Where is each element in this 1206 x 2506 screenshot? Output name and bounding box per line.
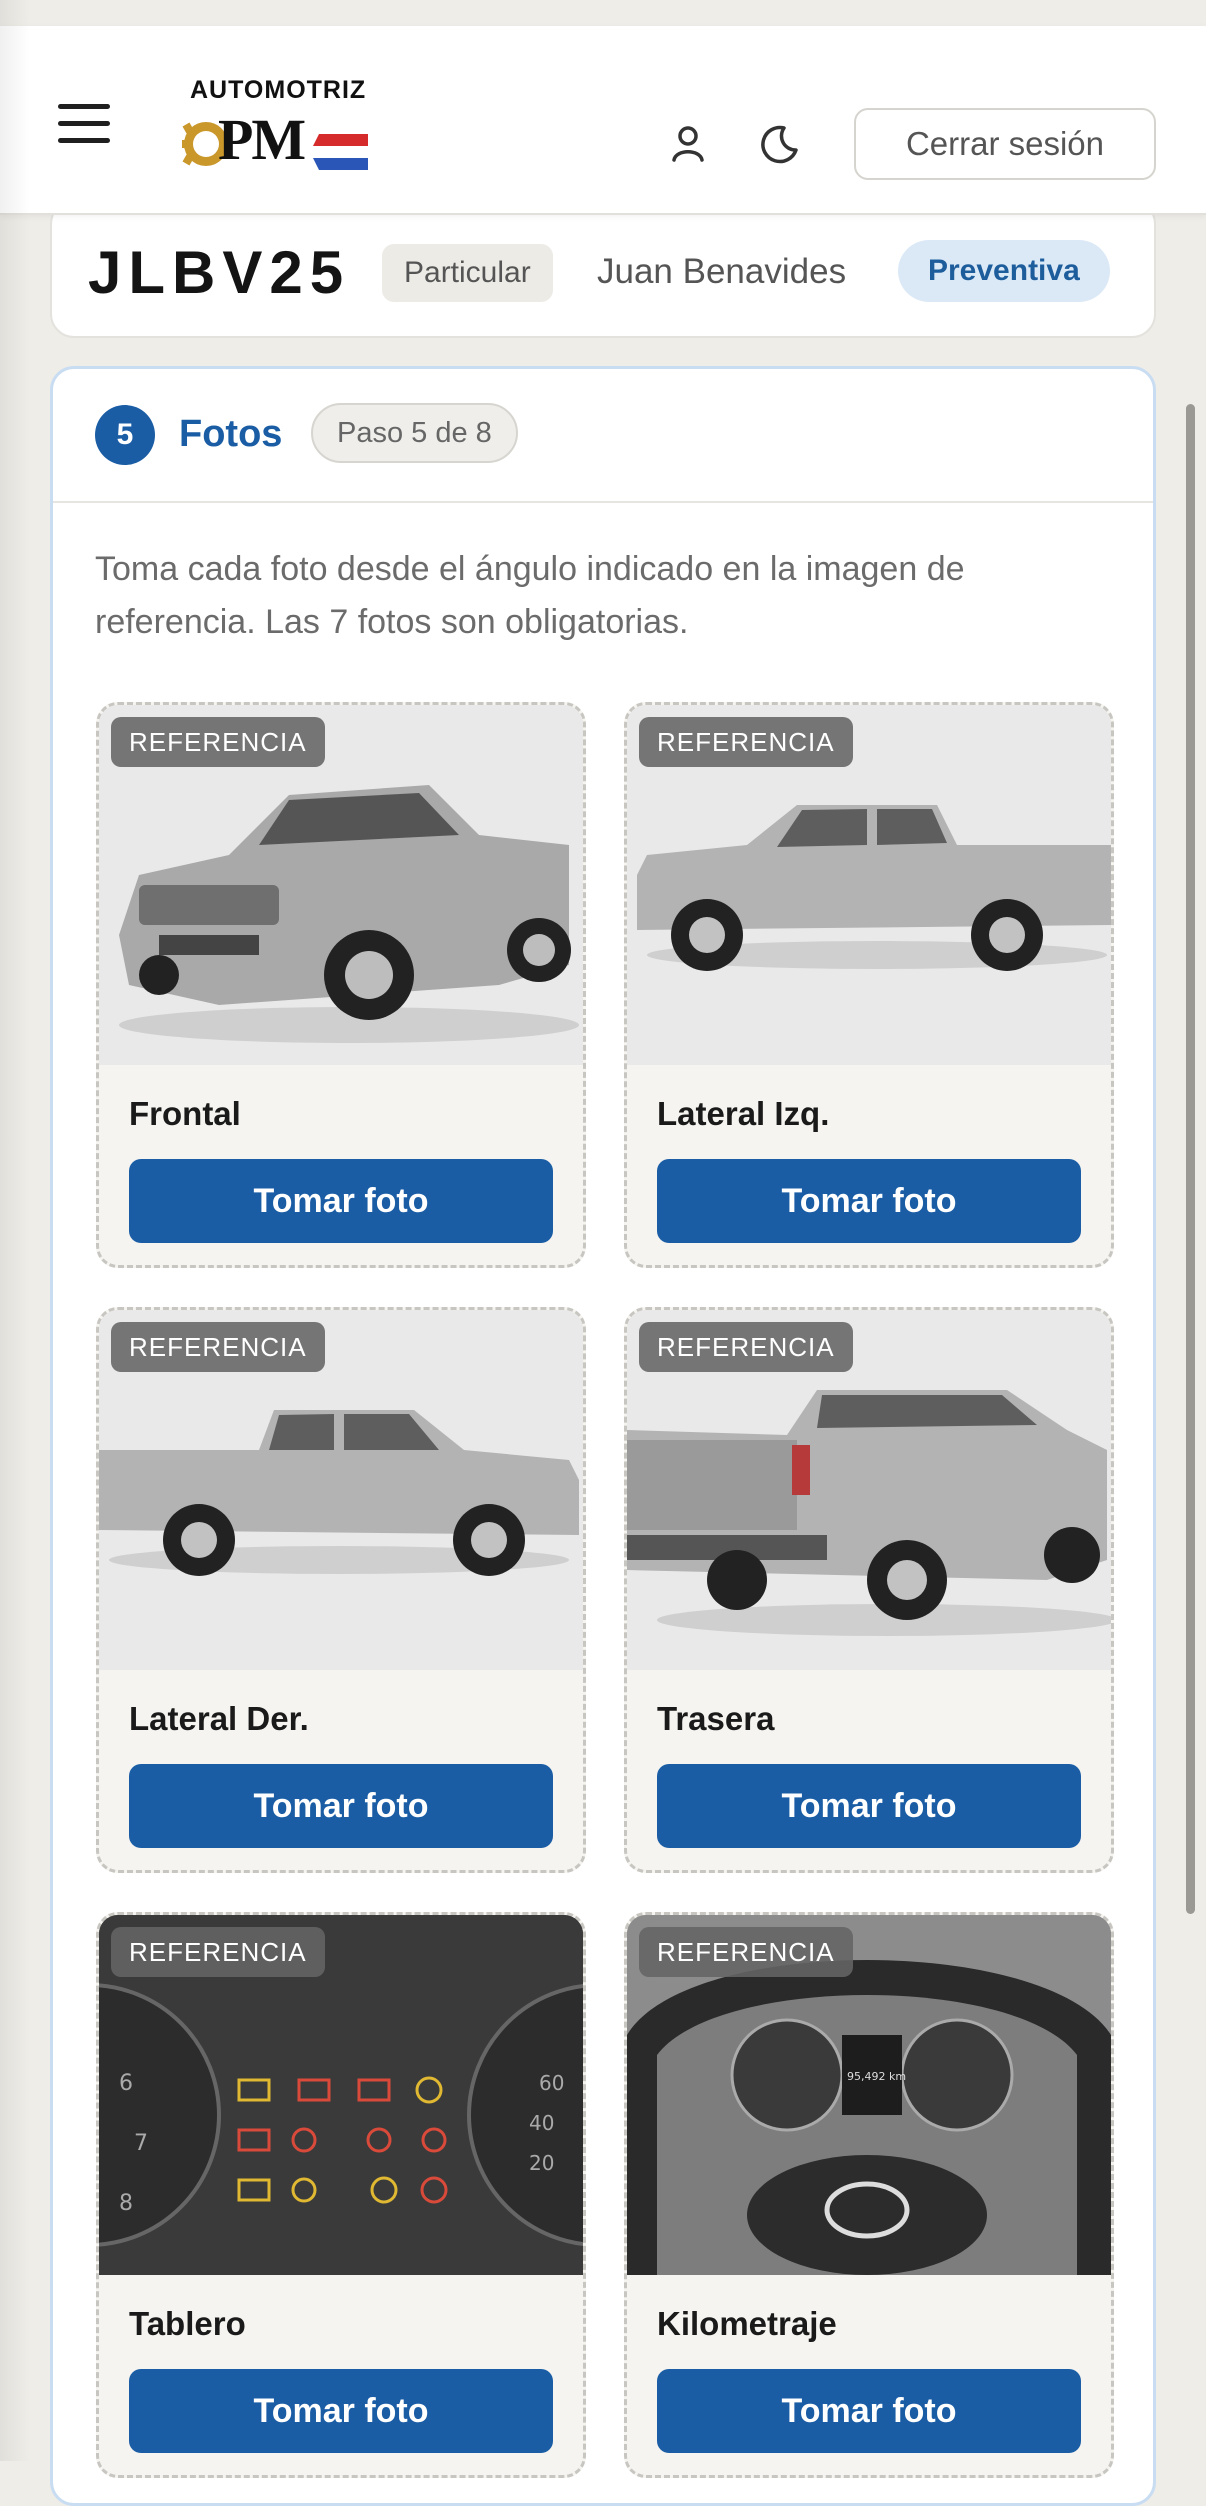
svg-text:40: 40 xyxy=(529,2111,554,2135)
vehicle-type-badge: Particular xyxy=(382,244,553,302)
app-header: AUTOMOTRIZ PM Cerrar sesión xyxy=(0,26,1206,215)
step-description: Toma cada foto desde el ángulo indicado … xyxy=(95,550,965,641)
take-photo-button-frontal[interactable]: Tomar foto xyxy=(129,1159,553,1243)
photo-label: Trasera xyxy=(657,1700,775,1737)
photo-label: Kilometraje xyxy=(657,2305,837,2342)
step-card: 5 Fotos Paso 5 de 8 Toma cada foto desde… xyxy=(50,366,1156,2506)
logo[interactable]: AUTOMOTRIZ PM xyxy=(180,76,370,186)
reference-badge: REFERENCIA xyxy=(639,717,853,767)
svg-text:6: 6 xyxy=(119,2071,133,2096)
vehicle-summary-card: JLBV25 Particular Juan Benavides Prevent… xyxy=(50,200,1156,338)
reference-badge: REFERENCIA xyxy=(111,1322,325,1372)
photo-card-tablero: 6 7 8 60 40 20 REFERENCIA Tablero Tomar … xyxy=(96,1912,586,2478)
moon-icon[interactable] xyxy=(756,122,800,166)
take-photo-button-kilometraje[interactable]: Tomar foto xyxy=(657,2369,1081,2453)
photo-card-frontal: REFERENCIA Frontal Tomar foto xyxy=(96,702,586,1268)
reference-badge: REFERENCIA xyxy=(111,1927,325,1977)
logo-main-text: PM xyxy=(218,107,306,172)
license-plate: JLBV25 xyxy=(88,239,351,306)
take-photo-button-lateral-der[interactable]: Tomar foto xyxy=(129,1764,553,1848)
reference-badge: REFERENCIA xyxy=(111,717,325,767)
photo-label: Lateral Izq. xyxy=(657,1095,830,1132)
photo-card-kilometraje: 95,492 km REFERENCIA Kilometraje Tomar f… xyxy=(624,1912,1114,2478)
step-number: 5 xyxy=(95,405,155,465)
flag-logo-icon xyxy=(313,134,368,170)
photo-card-lateral-izq: REFERENCIA Lateral Izq. Tomar foto xyxy=(624,702,1114,1268)
photo-card-trasera: REFERENCIA Trasera Tomar foto xyxy=(624,1307,1114,1873)
svg-text:7: 7 xyxy=(134,2131,148,2156)
reference-badge: REFERENCIA xyxy=(639,1322,853,1372)
step-progress-badge: Paso 5 de 8 xyxy=(311,403,518,463)
take-photo-button-tablero[interactable]: Tomar foto xyxy=(129,2369,553,2453)
take-photo-button-lateral-izq[interactable]: Tomar foto xyxy=(657,1159,1081,1243)
step-title: Fotos xyxy=(179,413,283,455)
svg-text:20: 20 xyxy=(529,2151,554,2175)
owner-name: Juan Benavides xyxy=(597,252,847,291)
svg-text:8: 8 xyxy=(119,2191,133,2216)
reference-badge: REFERENCIA xyxy=(639,1927,853,1977)
take-photo-button-trasera[interactable]: Tomar foto xyxy=(657,1764,1081,1848)
logout-button[interactable]: Cerrar sesión xyxy=(854,108,1156,180)
step-header: 5 Fotos Paso 5 de 8 xyxy=(53,369,1153,503)
service-type-badge: Preventiva xyxy=(898,240,1110,302)
side-drawer-shadow xyxy=(0,0,30,2461)
photo-label: Frontal xyxy=(129,1095,241,1132)
photo-label: Lateral Der. xyxy=(129,1700,309,1737)
status-strip xyxy=(0,0,1206,26)
menu-icon[interactable] xyxy=(58,104,110,144)
scrollbar[interactable] xyxy=(1186,404,1195,1914)
photo-card-lateral-der: REFERENCIA Lateral Der. Tomar foto xyxy=(96,1307,586,1873)
user-icon[interactable] xyxy=(666,122,710,166)
svg-text:95,492 km: 95,492 km xyxy=(847,2070,906,2083)
photo-label: Tablero xyxy=(129,2305,246,2342)
svg-text:60: 60 xyxy=(539,2071,564,2095)
logo-top-text: AUTOMOTRIZ xyxy=(190,76,367,104)
